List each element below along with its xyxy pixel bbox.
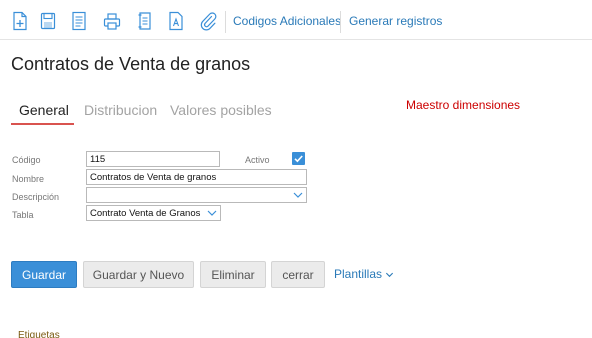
guardar-button[interactable]: Guardar xyxy=(11,261,77,288)
toolbar-separator xyxy=(225,11,226,33)
text-document-icon[interactable] xyxy=(167,11,185,31)
plantillas-dropdown[interactable]: Plantillas xyxy=(334,267,394,281)
descripcion-label: Descripción xyxy=(12,192,60,202)
tabla-value: Contrato Venta de Granos xyxy=(90,208,201,219)
guardar-y-nuevo-button[interactable]: Guardar y Nuevo xyxy=(83,261,194,288)
chevron-down-icon xyxy=(293,192,303,198)
active-tab-indicator xyxy=(11,123,74,125)
cerrar-button[interactable]: cerrar xyxy=(271,261,325,288)
attachment-icon[interactable] xyxy=(199,11,217,31)
descripcion-select[interactable] xyxy=(86,187,307,203)
document-list-icon[interactable] xyxy=(70,11,88,31)
maestro-dimensiones-label: Maestro dimensiones xyxy=(406,98,521,112)
tab-general[interactable]: General xyxy=(19,102,69,118)
chevron-down-icon xyxy=(386,273,394,278)
save-icon[interactable] xyxy=(39,11,57,31)
tab-distribucion[interactable]: Distribucion xyxy=(84,102,157,118)
eliminar-button[interactable]: Eliminar xyxy=(200,261,266,288)
codigos-adicionales-link[interactable]: Codigos Adicionales xyxy=(233,14,341,28)
activo-label: Activo xyxy=(245,155,270,165)
nombre-label: Nombre xyxy=(12,174,45,184)
activo-checkbox[interactable] xyxy=(292,152,305,165)
nombre-field[interactable]: Contratos de Venta de granos xyxy=(86,169,307,185)
tabla-label: Tabla xyxy=(12,210,34,220)
codigo-label: Código xyxy=(12,155,41,165)
print-icon[interactable] xyxy=(103,11,121,31)
page-title: Contratos de Venta de granos xyxy=(11,54,251,74)
codigo-field[interactable]: 115 xyxy=(86,151,220,167)
generar-registros-link[interactable]: Generar registros xyxy=(349,14,442,28)
toolbar-separator xyxy=(340,11,341,33)
new-document-icon[interactable] xyxy=(11,11,29,31)
tabla-select[interactable]: Contrato Venta de Granos xyxy=(86,205,221,221)
tab-valores-posibles[interactable]: Valores posibles xyxy=(170,102,272,118)
check-icon xyxy=(294,155,303,163)
chevron-down-icon xyxy=(207,210,217,216)
plantillas-label: Plantillas xyxy=(334,267,383,281)
document-lines-icon[interactable] xyxy=(136,11,154,31)
toolbar: Codigos Adicionales Generar registros xyxy=(0,0,592,40)
etiquetas-label: Etiquetas xyxy=(18,330,60,338)
